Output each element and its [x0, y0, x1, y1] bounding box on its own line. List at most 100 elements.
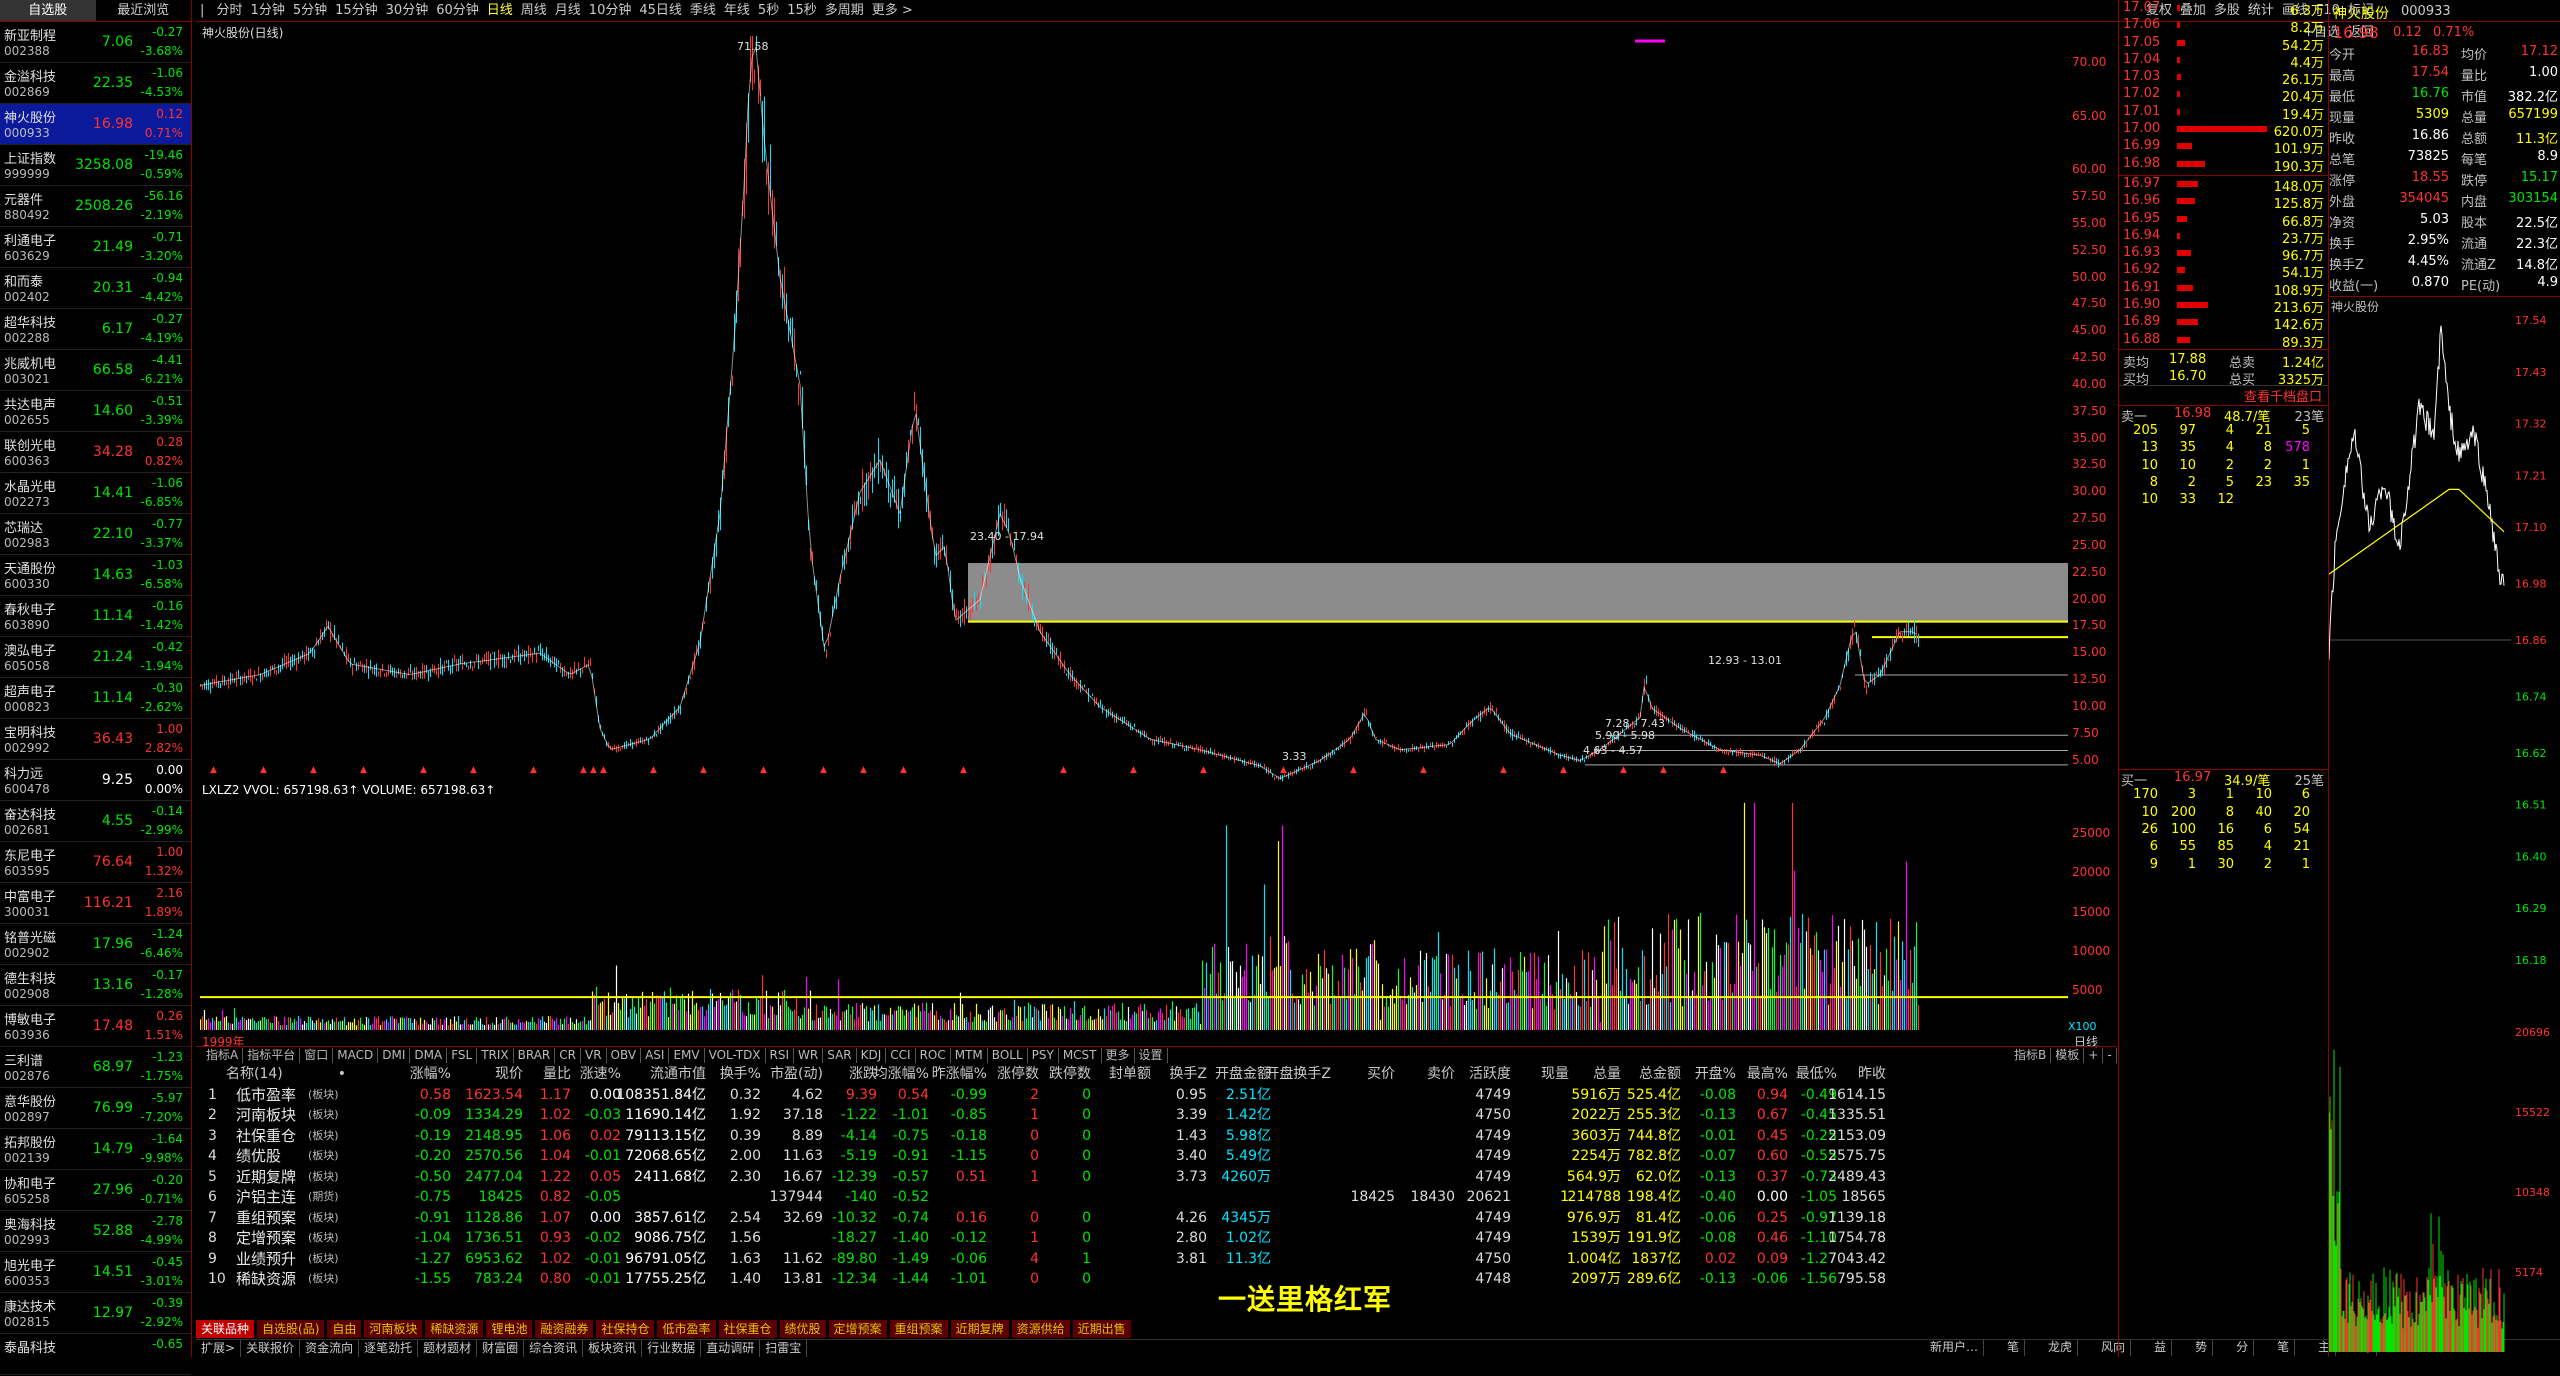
table-tab[interactable]: +: [2084, 1048, 2104, 1063]
indicator-tab[interactable]: MCST: [1059, 1048, 1102, 1063]
period-tab[interactable]: 年线: [720, 0, 754, 22]
indicator-tab[interactable]: CCI: [886, 1048, 916, 1063]
bottom-bar-item[interactable]: 关联报价: [241, 1340, 301, 1357]
bid-level[interactable]: 16.92 54.1万: [2119, 262, 2328, 281]
watchlist-row[interactable]: 奥海科技 002993 52.88 -2.78 -4.99%: [0, 1211, 191, 1252]
watchlist-row[interactable]: 康达技术 002815 12.97 -0.39 -2.92%: [0, 1293, 191, 1334]
period-tab[interactable]: 5秒: [754, 0, 783, 22]
column-header[interactable]: •: [338, 1064, 346, 1085]
watchlist-row[interactable]: 和而泰 002402 20.31 -0.94 -4.42%: [0, 268, 191, 309]
watchlist-row[interactable]: 澳弘电子 605058 21.24 -0.42 -1.94%: [0, 637, 191, 678]
indicator-tab[interactable]: RSI: [766, 1048, 795, 1063]
indicator-tab[interactable]: BRAR: [514, 1048, 556, 1063]
bottom-right-item[interactable]: 新用户…: [1925, 1339, 1985, 1356]
watchlist-row[interactable]: 共达电声 002655 14.60 -0.51 -3.39%: [0, 391, 191, 432]
column-header[interactable]: 封单额: [1109, 1064, 1151, 1085]
indicator-tab[interactable]: KDJ: [857, 1048, 887, 1063]
table-row[interactable]: 8 定增预案 (板块) -1.04 1736.51 0.93 -0.02 9086.75亿 1.…: [196, 1228, 2118, 1249]
indicator-tab[interactable]: VOL-TDX: [705, 1048, 766, 1063]
column-header[interactable]: 量比: [543, 1064, 571, 1085]
watchlist-row[interactable]: 元器件 880492 2508.26 -56.16 -2.19%: [0, 186, 191, 227]
column-header[interactable]: 总量: [1593, 1064, 1621, 1085]
period-tab[interactable]: 多周期: [821, 0, 868, 22]
table-tab[interactable]: 指标B: [2010, 1048, 2052, 1063]
table-row[interactable]: 3 社保重仓 (板块) -0.19 2148.95 1.06 0.02 79113.15亿 0.…: [196, 1126, 2118, 1147]
table-row[interactable]: 7 重组预案 (板块) -0.91 1128.86 1.07 0.00 3857.61亿 2.5…: [196, 1208, 2118, 1229]
column-header[interactable]: 最低%: [1796, 1064, 1837, 1085]
indicator-tab[interactable]: SAR: [823, 1048, 857, 1063]
watchlist-row[interactable]: 金溢科技 002869 22.35 -1.06 -4.53%: [0, 63, 191, 104]
period-tab[interactable]: 15秒: [783, 0, 821, 22]
column-header[interactable]: 现量: [1541, 1064, 1569, 1085]
watchlist-row[interactable]: 奋达科技 002681 4.55 -0.14 -2.99%: [0, 801, 191, 842]
column-header[interactable]: 卖价: [1427, 1064, 1455, 1085]
column-header[interactable]: 现价: [495, 1064, 523, 1085]
column-header[interactable]: 涨速%: [580, 1064, 621, 1085]
column-header[interactable]: 总金额: [1639, 1064, 1681, 1085]
period-tab[interactable]: 月线: [551, 0, 585, 22]
watchlist-row[interactable]: 中富电子 300031 116.21 2.16 1.89%: [0, 883, 191, 924]
table-row[interactable]: 5 近期复牌 (板块) -0.50 2477.04 1.22 0.05 2411.68亿 2.3…: [196, 1167, 2118, 1188]
ask-level[interactable]: 16.98 190.3万: [2119, 156, 2328, 175]
bid-level[interactable]: 16.88 89.3万: [2119, 332, 2328, 351]
column-header[interactable]: 市盈(动): [770, 1064, 823, 1085]
intraday-chart[interactable]: 17.54 17.43 17.32 17.21 17.10 16.98 16.86 16.74…: [2328, 312, 2560, 1372]
bottom-bar-item[interactable]: 资金流向: [300, 1340, 360, 1357]
indicator-tab[interactable]: ASI: [641, 1048, 670, 1063]
table-row[interactable]: 9 业绩预升 (板块) -1.27 6953.62 1.02 -0.01 96791.05亿 1…: [196, 1249, 2118, 1270]
bottom-tab[interactable]: 社保重仓: [718, 1320, 777, 1338]
watchlist-row[interactable]: 科力远 600478 9.25 0.00 0.00%: [0, 760, 191, 801]
indicator-tab[interactable]: 更多: [1102, 1048, 1135, 1063]
table-row[interactable]: 1 低市盈率 (板块) 0.58 1623.54 1.17 0.00 108351.84亿 0.…: [196, 1085, 2118, 1106]
column-header[interactable]: 均涨幅%: [874, 1064, 929, 1085]
watchlist-row[interactable]: 泰晶科技 -0.65: [0, 1334, 191, 1375]
bid-level[interactable]: 16.90 213.6万: [2119, 297, 2328, 316]
ask-level[interactable]: 17.07 6.3万: [2119, 0, 2328, 19]
period-tab[interactable]: 45日线: [635, 0, 686, 22]
column-header[interactable]: 开盘换手Z: [1265, 1064, 1331, 1085]
watchlist-row[interactable]: 芯瑞达 002983 22.10 -0.77 -3.37%: [0, 514, 191, 555]
indicator-tab[interactable]: ROC: [916, 1048, 951, 1063]
tab-recent[interactable]: 最近浏览: [96, 0, 192, 21]
bottom-tab[interactable]: 重组预案: [889, 1320, 948, 1338]
ask-level[interactable]: 17.06 8.2万: [2119, 17, 2328, 36]
watchlist-row[interactable]: 兆威机电 003021 66.58 -4.41 -6.21%: [0, 350, 191, 391]
column-header[interactable]: 开盘金额: [1215, 1064, 1271, 1085]
column-header[interactable]: 昨收: [1858, 1064, 1886, 1085]
indicator-tab[interactable]: FSL: [447, 1048, 478, 1063]
column-header[interactable]: 活跃度: [1469, 1064, 1511, 1085]
indicator-tab[interactable]: CR: [555, 1048, 581, 1063]
indicator-tab[interactable]: VR: [581, 1048, 607, 1063]
table-row[interactable]: 6 沪铝主连 (期货) -0.75 18425 0.82 -0.05 137944 -140 -0…: [196, 1187, 2118, 1208]
period-tab[interactable]: 1分钟: [247, 0, 289, 22]
bottom-right-item[interactable]: 笔: [2002, 1339, 2026, 1356]
tab-favorites[interactable]: 自选股: [0, 0, 96, 21]
watchlist-row[interactable]: 旭光电子 600353 14.51 -0.45 -3.01%: [0, 1252, 191, 1293]
bottom-bar-item[interactable]: 行业数据: [642, 1340, 702, 1357]
period-tab[interactable]: 分时: [213, 0, 247, 22]
period-tab[interactable]: 日线: [483, 0, 517, 22]
ask-level[interactable]: 17.01 19.4万: [2119, 104, 2328, 123]
bottom-tab[interactable]: 稀缺资源: [425, 1320, 484, 1338]
bottom-tab[interactable]: 社保持仓: [596, 1320, 655, 1338]
bottom-bar-item[interactable]: 逐笔劲托: [359, 1340, 419, 1357]
bottom-bar-item[interactable]: 题材题材: [418, 1340, 478, 1357]
column-header[interactable]: 名称(14): [226, 1064, 283, 1085]
watchlist-row[interactable]: 新亚制程 002388 7.06 -0.27 -3.68%: [0, 22, 191, 63]
volume-chart[interactable]: [200, 795, 2068, 1030]
bottom-tab[interactable]: 低市盈率: [657, 1320, 716, 1338]
indicator-tab[interactable]: EMV: [669, 1048, 705, 1063]
column-header[interactable]: 跌停数: [1049, 1064, 1091, 1085]
bottom-tab[interactable]: 定增预案: [828, 1320, 887, 1338]
bid-level[interactable]: 16.96 125.8万: [2119, 193, 2328, 212]
column-header[interactable]: 涨幅%: [410, 1064, 451, 1085]
bottom-bar-item[interactable]: 扩展>: [196, 1340, 242, 1357]
bottom-tab[interactable]: 自由: [327, 1320, 362, 1338]
column-header[interactable]: 换手%: [720, 1064, 761, 1085]
watchlist-row[interactable]: 意华股份 002897 76.99 -5.97 -7.20%: [0, 1088, 191, 1129]
ask-level[interactable]: 17.02 20.4万: [2119, 86, 2328, 105]
column-header[interactable]: 买价: [1367, 1064, 1395, 1085]
bottom-tab[interactable]: 自选股(品): [257, 1320, 325, 1338]
bottom-tab[interactable]: 河南板块: [364, 1320, 423, 1338]
bottom-bar-item[interactable]: 扫雷宝: [760, 1340, 808, 1357]
